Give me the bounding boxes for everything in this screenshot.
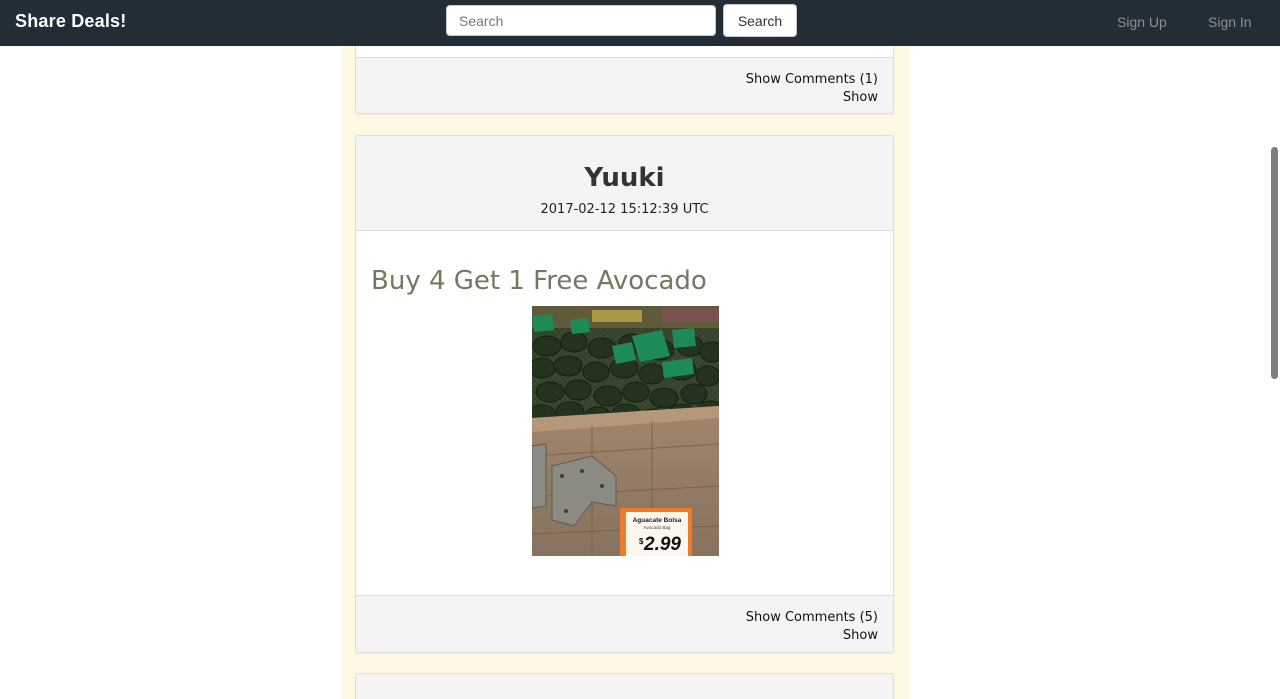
show-comments-link[interactable]: Show Comments (5)	[356, 609, 878, 627]
scrollbar-thumb[interactable]	[1271, 147, 1278, 379]
sign-up-link[interactable]: Sign Up	[1117, 14, 1167, 30]
search-input[interactable]	[446, 5, 716, 36]
show-link[interactable]: Show	[356, 89, 878, 107]
deal-card	[355, 673, 894, 699]
card-footer: Show Comments (1) Show	[356, 58, 893, 113]
brand-logo[interactable]: Share Deals!	[15, 11, 126, 32]
post-timestamp: 2017-02-12 15:12:39 UTC	[540, 202, 709, 217]
deal-title[interactable]: Buy 4 Get 1 Free Avocado	[371, 266, 707, 296]
search-button[interactable]: Search	[723, 4, 797, 37]
deal-card: Show Comments (1) Show	[355, 46, 894, 114]
price-value: 2.99	[643, 534, 681, 555]
price-sign-subtitle: Avocado Bag	[644, 525, 671, 530]
show-link[interactable]: Show	[356, 627, 878, 645]
deal-card: Yuuki 2017-02-12 15:12:39 UTC Buy 4 Get …	[355, 135, 894, 653]
price-sign-title: Aguacate Bolsa	[633, 517, 682, 524]
sign-in-link[interactable]: Sign In	[1208, 14, 1252, 30]
card-header: Yuuki 2017-02-12 15:12:39 UTC	[356, 136, 893, 231]
avocado-photo[interactable]: Aguacate Bolsa Avocado Bag $ 2.99	[532, 306, 719, 556]
show-comments-link[interactable]: Show Comments (1)	[356, 71, 878, 89]
navbar: Share Deals! Search Sign Up Sign In	[0, 0, 1280, 46]
card-footer: Show Comments (5) Show	[356, 595, 893, 652]
card-body-remnant	[356, 46, 893, 58]
scrollbar[interactable]	[1266, 46, 1280, 699]
author-name: Yuuki	[584, 163, 665, 193]
